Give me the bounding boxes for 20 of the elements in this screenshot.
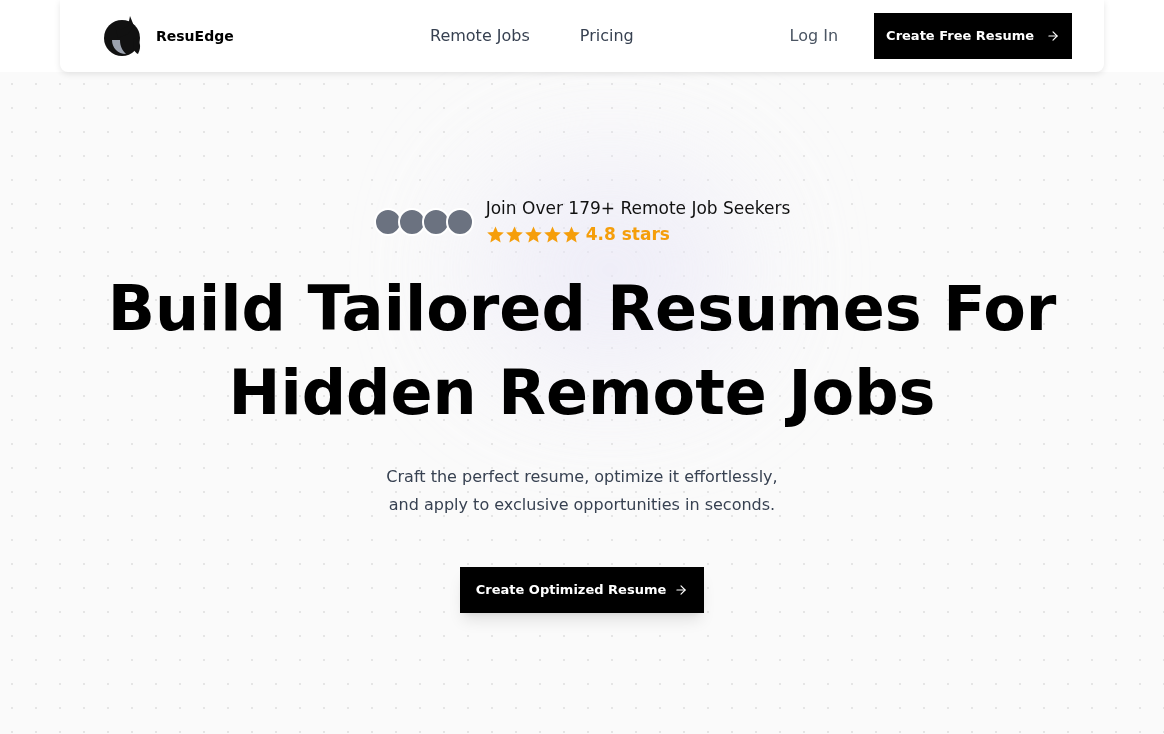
- create-optimized-resume-button[interactable]: Create Optimized Resume: [459, 567, 705, 613]
- hero-headline: Build Tailored Resumes For Hidden Remote Jobs: [107, 271, 1057, 431]
- social-proof-text: Join Over 179+ Remote Job Seekers: [485, 197, 791, 220]
- avatar: [373, 207, 402, 236]
- create-free-resume-button[interactable]: Create Free Resume: [874, 13, 1072, 59]
- nav-link[interactable]: Pricing: [579, 24, 634, 48]
- arrow-right-icon: [674, 583, 689, 597]
- avatar: [421, 207, 450, 236]
- avatar: [397, 207, 426, 236]
- rating-text: 4.8 stars: [585, 222, 670, 246]
- star-icon: [561, 224, 581, 244]
- nav-link[interactable]: Remote Jobs: [430, 24, 530, 48]
- login-link[interactable]: Log In: [789, 24, 839, 48]
- hero-subtitle: Craft the perfect resume, optimize it effortlessly, and apply to exclusive opportunities in seconds.: [386, 466, 778, 516]
- star-icon: [504, 224, 524, 244]
- star-icon: [542, 224, 562, 244]
- star-icon: [485, 224, 505, 244]
- avatar: [445, 207, 474, 236]
- brand-name: ResuEdge: [156, 26, 234, 46]
- star-icon: [523, 224, 543, 244]
